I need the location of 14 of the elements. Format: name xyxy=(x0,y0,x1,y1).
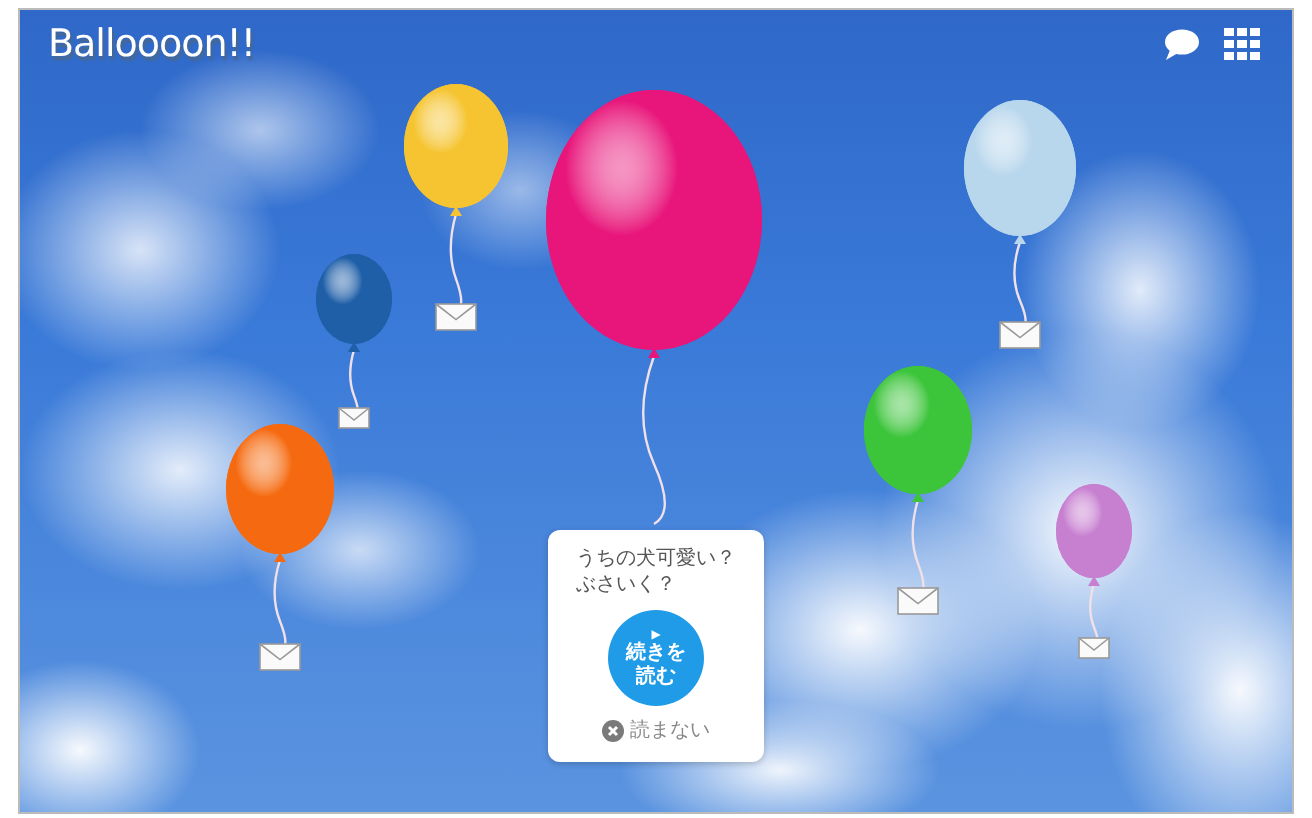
envelope-icon[interactable] xyxy=(999,321,1041,349)
grid-menu-icon[interactable] xyxy=(1224,28,1260,60)
balloon-icon[interactable] xyxy=(546,90,762,525)
envelope-icon[interactable] xyxy=(897,587,939,615)
dismiss-link[interactable]: 読まない xyxy=(602,716,710,744)
chat-bubble-icon[interactable] xyxy=(1164,28,1200,60)
app-title: Balloooon!! xyxy=(48,22,256,66)
dismiss-label[interactable]: 読まない xyxy=(630,716,710,744)
envelope-icon[interactable] xyxy=(435,303,477,331)
envelope-icon[interactable] xyxy=(259,643,301,671)
envelope-icon[interactable] xyxy=(1078,637,1110,659)
envelope-icon[interactable] xyxy=(338,407,370,429)
message-text: うちの犬可愛い？ ぶさいく？ xyxy=(574,546,736,598)
close-icon xyxy=(602,719,624,741)
